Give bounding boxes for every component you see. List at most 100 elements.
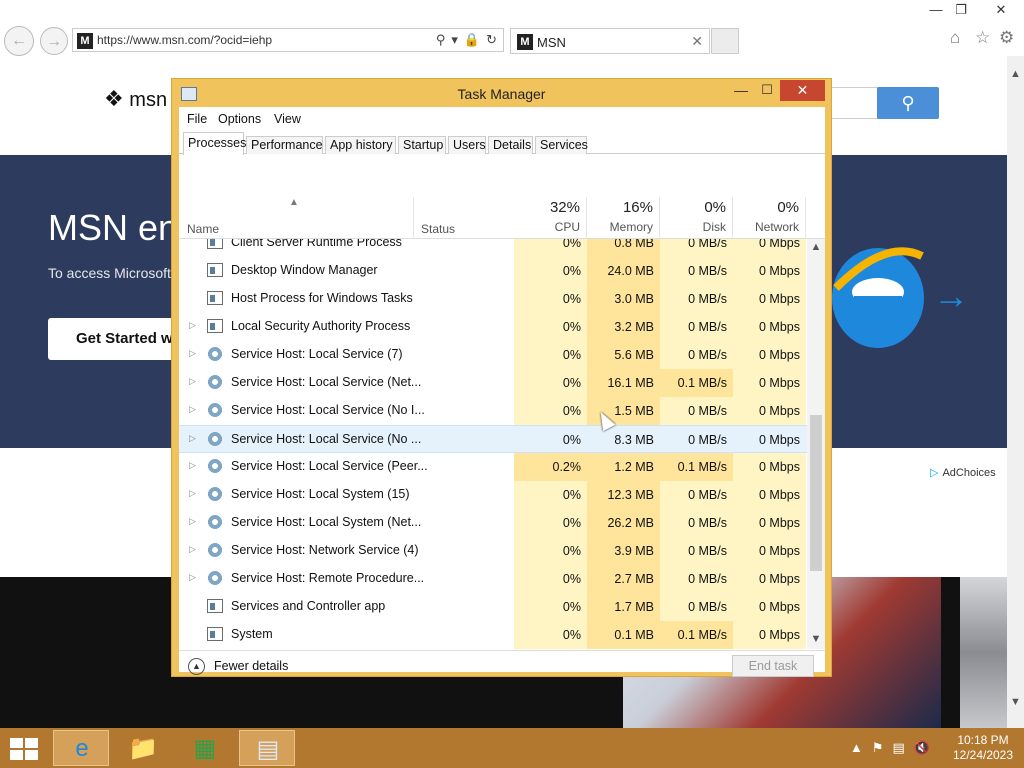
menu-options[interactable]: Options (218, 112, 261, 126)
expand-chevron-icon[interactable]: ▷ (189, 433, 196, 444)
refresh-icon[interactable]: ↻ (486, 32, 497, 47)
expand-chevron-icon[interactable]: ▷ (189, 516, 196, 527)
taskbar-task-manager[interactable]: ▤ (239, 730, 295, 766)
msn-search-button[interactable]: ⚲ (877, 87, 939, 119)
tab-app-history[interactable]: App history (325, 136, 396, 154)
table-row[interactable]: ▷ Service Host: Network Service (4) 0% 3.9 … (179, 537, 807, 565)
scroll-up-icon[interactable]: ▲ (807, 241, 825, 253)
column-cpu[interactable]: 32% CPU (514, 197, 587, 239)
expand-chevron-icon[interactable]: ▷ (189, 488, 196, 499)
process-memory: 1.7 MB (587, 593, 660, 621)
gear-icon[interactable]: ⚙ (999, 28, 1014, 48)
process-disk: 0 MB/s (660, 313, 733, 341)
adchoices-label: AdChoices (942, 467, 996, 479)
expand-chevron-icon[interactable]: ▷ (189, 572, 196, 583)
expand-chevron-icon[interactable]: ▷ (189, 348, 196, 359)
table-row[interactable]: Desktop Window Manager 0% 24.0 MB 0 MB/s 0 M… (179, 257, 807, 285)
taskbar: e 📁 ▦ ▤ ▲ ⚑ ▤ 🔇 10:18 PM 12/24/2023 (0, 728, 1024, 768)
ie-close-button[interactable]: ✕ (986, 0, 1016, 20)
column-memory[interactable]: 16% Memory (587, 197, 660, 239)
process-name: Host Process for Windows Tasks (231, 291, 413, 305)
tray-overflow-icon[interactable]: ▲ (850, 740, 863, 755)
page-scrollbar[interactable]: ▲ ▼ (1007, 56, 1024, 728)
forward-button[interactable]: → (40, 27, 68, 55)
tab-processes[interactable]: Processes (183, 132, 246, 155)
task-manager-title-bar[interactable]: Task Manager — ☐ ✕ (172, 79, 831, 107)
tab-details[interactable]: Details (488, 136, 533, 154)
column-disk[interactable]: 0% Disk (660, 197, 733, 239)
table-row[interactable]: ▷ Service Host: Local Service (Net... 0% 16… (179, 369, 807, 397)
table-row[interactable]: System 0% 0.1 MB 0.1 MB/s 0 Mbps (179, 621, 807, 649)
process-memory: 3.0 MB (587, 285, 660, 313)
minimize-button[interactable]: — (728, 81, 754, 101)
browser-tab-msn[interactable]: M MSN ✕ (510, 28, 710, 54)
lock-icon[interactable]: 🔒 (464, 32, 480, 47)
table-row[interactable]: ▷ Service Host: Local Service (7) 0% 5.6 MB… (179, 341, 807, 369)
table-row[interactable]: Services and Controller app 0% 1.7 MB 0 MB/… (179, 593, 807, 621)
sort-arrow-icon[interactable]: ▲ (289, 197, 299, 208)
search-icon[interactable]: ⚲ (436, 32, 446, 47)
expand-chevron-icon[interactable]: ▷ (189, 376, 196, 387)
scroll-down-icon[interactable]: ▼ (1007, 696, 1024, 708)
column-network[interactable]: 0% Network (733, 197, 806, 239)
back-button[interactable]: ← (4, 26, 34, 56)
tab-users[interactable]: Users (448, 136, 486, 154)
volume-muted-icon[interactable]: 🔇 (914, 740, 930, 755)
tab-close-icon[interactable]: ✕ (691, 33, 703, 50)
scroll-up-icon[interactable]: ▲ (1007, 68, 1024, 80)
network-icon[interactable]: ▤ (893, 740, 905, 755)
tab-startup[interactable]: Startup (398, 136, 446, 154)
favorites-star-icon[interactable]: ☆ (975, 28, 990, 48)
table-row[interactable]: Host Process for Windows Tasks 0% 3.0 MB 0 … (179, 285, 807, 313)
scroll-thumb[interactable] (810, 415, 822, 571)
msn-logo-text: msn (129, 89, 168, 111)
menu-file[interactable]: File (187, 112, 207, 126)
scroll-down-icon[interactable]: ▼ (807, 633, 825, 645)
adchoices-icon: ▷ (930, 467, 939, 479)
taskbar-store[interactable]: ▦ (177, 730, 233, 766)
process-name: Service Host: Local System (15) (231, 487, 410, 501)
tab-performance[interactable]: Performance (246, 136, 323, 154)
end-task-button[interactable]: End task (732, 655, 814, 677)
table-row[interactable]: ▷ Service Host: Local Service (Peer... 0.2… (179, 453, 807, 481)
menu-view[interactable]: View (274, 112, 301, 126)
table-row[interactable]: ▷ Service Host: Local System (Net... 0% 26.… (179, 509, 807, 537)
news-photo-secondary[interactable] (960, 577, 1008, 728)
new-tab-button[interactable] (711, 28, 739, 54)
task-manager-footer: ▲ Fewer details End task (179, 650, 825, 677)
table-row[interactable]: ▷ Service Host: Local Service (No I... 0% 1… (179, 397, 807, 425)
process-list: Client Server Runtime Process 0% 0.8 MB 0 M… (179, 239, 807, 649)
tab-services[interactable]: Services (535, 136, 588, 154)
column-name[interactable]: Name (187, 222, 219, 236)
process-disk: 0 MB/s (660, 257, 733, 285)
start-button[interactable] (10, 738, 38, 760)
action-center-flag-icon[interactable]: ⚑ (872, 740, 884, 755)
process-list-scrollbar[interactable]: ▲ ▼ (807, 239, 825, 649)
table-row[interactable]: ▷ Service Host: Remote Procedure... 0% 2.7 … (179, 565, 807, 593)
close-button[interactable]: ✕ (780, 80, 825, 101)
taskbar-file-explorer[interactable]: 📁 (115, 730, 171, 766)
fewer-details-link[interactable]: Fewer details (214, 659, 288, 673)
chevron-up-icon[interactable]: ▲ (188, 658, 205, 675)
expand-chevron-icon[interactable]: ▷ (189, 460, 196, 471)
taskbar-internet-explorer[interactable]: e (53, 730, 109, 766)
maximize-button[interactable]: ☐ (754, 81, 780, 101)
clock[interactable]: 10:18 PM 12/24/2023 (948, 733, 1018, 763)
table-row[interactable]: ▷ Service Host: Local System (15) 0% 12.3 M… (179, 481, 807, 509)
table-row[interactable]: ▷ Service Host: Local Service (No ... 0% 8.… (179, 425, 807, 453)
table-row[interactable]: Client Server Runtime Process 0% 0.8 MB 0 M… (179, 239, 807, 257)
adchoices-link[interactable]: ▷ AdChoices (930, 466, 996, 479)
table-row[interactable]: ▷ Local Security Authority Process 0% 3.2 M… (179, 313, 807, 341)
process-disk: 0.1 MB/s (660, 369, 733, 397)
column-divider[interactable] (413, 197, 414, 239)
msn-logo[interactable]: ❖ msn (104, 86, 167, 112)
expand-chevron-icon[interactable]: ▷ (189, 404, 196, 415)
expand-chevron-icon[interactable]: ▷ (189, 320, 196, 331)
ie-maximize-button[interactable]: ❐ (946, 0, 976, 20)
chevron-down-icon[interactable]: ▾ (451, 32, 458, 47)
home-icon[interactable]: ⌂ (950, 28, 960, 48)
address-bar[interactable]: M https://www.msn.com/?ocid=iehp ⚲ ▾ 🔒 ↻ (72, 28, 504, 52)
msn-search-input[interactable] (830, 87, 878, 119)
expand-chevron-icon[interactable]: ▷ (189, 544, 196, 555)
column-status[interactable]: Status (421, 222, 455, 236)
